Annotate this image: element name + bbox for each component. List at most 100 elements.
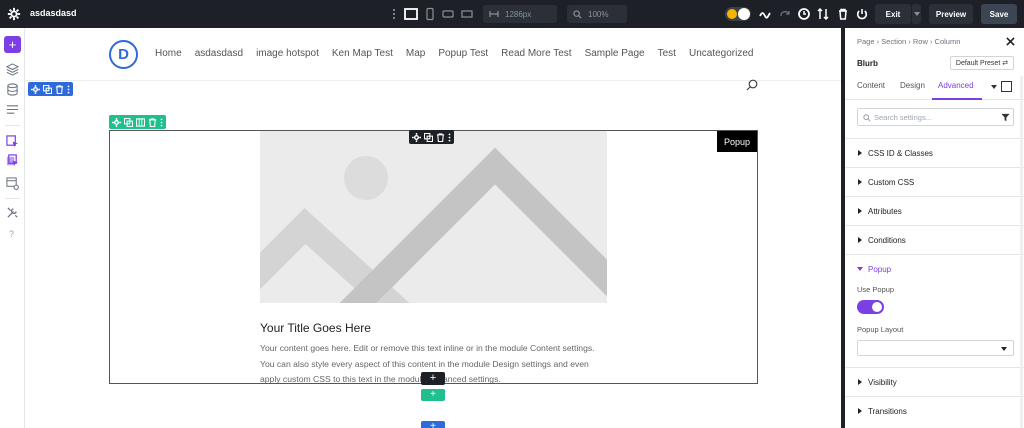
- template-settings-icon[interactable]: [6, 177, 19, 190]
- row-more-icon[interactable]: [160, 117, 163, 127]
- tablet-view-icon[interactable]: [423, 7, 437, 21]
- row-duplicate-icon[interactable]: [124, 117, 133, 127]
- nav-item-read-more-test[interactable]: Read More Test: [501, 48, 571, 59]
- popup-layout-select[interactable]: [857, 340, 1014, 356]
- tab-advanced[interactable]: Advanced: [938, 81, 974, 90]
- nav-item-map[interactable]: Map: [406, 48, 425, 59]
- help-icon[interactable]: ?: [9, 229, 14, 239]
- chevron-down-icon: [913, 12, 920, 16]
- caret-right-icon: [858, 179, 862, 185]
- trash-icon[interactable]: [836, 7, 850, 21]
- group-css-id-classes[interactable]: CSS ID & Classes: [845, 138, 1024, 167]
- module-more-icon[interactable]: [448, 132, 451, 142]
- exit-button[interactable]: Exit: [875, 4, 911, 24]
- sort-arrows-icon[interactable]: [816, 7, 830, 21]
- module-duplicate-icon[interactable]: [424, 132, 433, 142]
- main-nav: Home asdasdasd image hotspot Ken Map Tes…: [155, 48, 766, 59]
- tools-icon[interactable]: [6, 206, 19, 219]
- more-vertical-icon[interactable]: [392, 8, 396, 20]
- panel-scrollbar[interactable]: [1020, 76, 1023, 428]
- caret-down-icon: [857, 267, 863, 271]
- redo-icon[interactable]: [778, 7, 792, 21]
- tab-content[interactable]: Content: [857, 81, 885, 90]
- zoom-value: 100%: [588, 9, 609, 19]
- caret-right-icon: [858, 150, 862, 156]
- module-name: Blurb: [857, 59, 878, 68]
- image-placeholder[interactable]: [260, 131, 607, 303]
- popup-badge[interactable]: Popup: [717, 131, 757, 152]
- zoom-field[interactable]: 100%: [567, 5, 627, 23]
- section-toolbar: [28, 82, 73, 96]
- breadcrumb[interactable]: Page › Section › Row › Column: [857, 37, 960, 46]
- phone-view-icon[interactable]: [441, 7, 455, 21]
- preview-button[interactable]: Preview: [929, 4, 973, 24]
- blurb-row[interactable]: Popup Your Title Goes Here Your content …: [109, 130, 758, 384]
- gear-icon[interactable]: [7, 7, 21, 21]
- section-settings-icon[interactable]: [31, 84, 40, 94]
- add-module-button[interactable]: +: [421, 372, 445, 385]
- nav-item-image-hotspot[interactable]: image hotspot: [256, 48, 319, 59]
- use-popup-toggle[interactable]: [857, 300, 884, 314]
- left-sidebar: + ?: [0, 28, 25, 428]
- section-delete-icon[interactable]: [55, 84, 64, 94]
- canvas-width-field[interactable]: 1286px: [483, 5, 557, 23]
- list-settings-icon[interactable]: [6, 103, 19, 116]
- module-settings-icon[interactable]: [412, 132, 421, 142]
- row-settings-icon[interactable]: [112, 117, 121, 127]
- use-popup-label: Use Popup: [857, 285, 895, 294]
- group-conditions[interactable]: Conditions: [845, 225, 1024, 254]
- nav-item-uncategorized[interactable]: Uncategorized: [689, 48, 753, 59]
- preset-selector[interactable]: Default Preset ⇄: [950, 56, 1014, 70]
- group-custom-css[interactable]: Custom CSS: [845, 167, 1024, 196]
- add-section-button[interactable]: +: [421, 421, 445, 428]
- wave-icon[interactable]: [758, 7, 772, 21]
- add-element-button[interactable]: +: [4, 36, 21, 53]
- popup-layout-label: Popup Layout: [857, 325, 904, 334]
- chevron-down-icon[interactable]: [991, 84, 997, 90]
- filter-icon[interactable]: [1001, 113, 1010, 122]
- wireframe-view-icon[interactable]: [460, 7, 474, 21]
- layers-icon[interactable]: [6, 63, 19, 76]
- group-popup[interactable]: Popup: [845, 254, 1024, 384]
- nav-item-ken-map-test[interactable]: Ken Map Test: [332, 48, 393, 59]
- page-cursor-icon[interactable]: [6, 135, 19, 148]
- panel-layout-icon[interactable]: [1001, 81, 1012, 92]
- search-icon[interactable]: [746, 79, 758, 91]
- section-more-icon[interactable]: [67, 84, 70, 94]
- zoom-search-icon: [573, 9, 582, 19]
- section-duplicate-icon[interactable]: [43, 84, 52, 94]
- group-transitions[interactable]: Transitions: [845, 396, 1024, 425]
- nav-item-sample-page[interactable]: Sample Page: [585, 48, 645, 59]
- theme-toggle[interactable]: [725, 7, 751, 21]
- group-attributes[interactable]: Attributes: [845, 196, 1024, 225]
- add-row-button[interactable]: +: [421, 389, 445, 401]
- caret-right-icon: [858, 379, 862, 385]
- tab-design[interactable]: Design: [900, 81, 925, 90]
- history-icon[interactable]: [797, 7, 811, 21]
- nav-item-popup-test[interactable]: Popup Test: [438, 48, 488, 59]
- close-icon[interactable]: [1006, 37, 1015, 46]
- placeholder-mountain-image: [260, 131, 607, 303]
- pages-cursor-icon[interactable]: [6, 154, 19, 167]
- nav-item-test[interactable]: Test: [658, 48, 676, 59]
- nav-item-home[interactable]: Home: [155, 48, 182, 59]
- site-name: asdasdasd: [30, 8, 77, 18]
- nav-item-asdasdasd[interactable]: asdasdasd: [195, 48, 243, 59]
- site-logo[interactable]: D: [109, 40, 138, 69]
- search-icon: [863, 114, 871, 122]
- settings-tabs: Content Design Advanced: [845, 76, 1024, 100]
- group-visibility[interactable]: Visibility: [845, 367, 1024, 396]
- blurb-title[interactable]: Your Title Goes Here: [260, 321, 371, 335]
- exit-dropdown-button[interactable]: [911, 4, 921, 24]
- row-columns-icon[interactable]: [136, 117, 145, 127]
- module-delete-icon[interactable]: [436, 132, 445, 142]
- database-icon[interactable]: [6, 83, 19, 96]
- caret-right-icon: [858, 237, 862, 243]
- settings-search-input[interactable]: [874, 111, 992, 123]
- save-button[interactable]: Save: [981, 4, 1017, 24]
- desktop-view-icon[interactable]: [404, 7, 418, 21]
- canvas-width-value: 1286px: [505, 9, 532, 19]
- power-icon[interactable]: [855, 7, 869, 21]
- row-toolbar: [109, 115, 166, 129]
- row-delete-icon[interactable]: [148, 117, 157, 127]
